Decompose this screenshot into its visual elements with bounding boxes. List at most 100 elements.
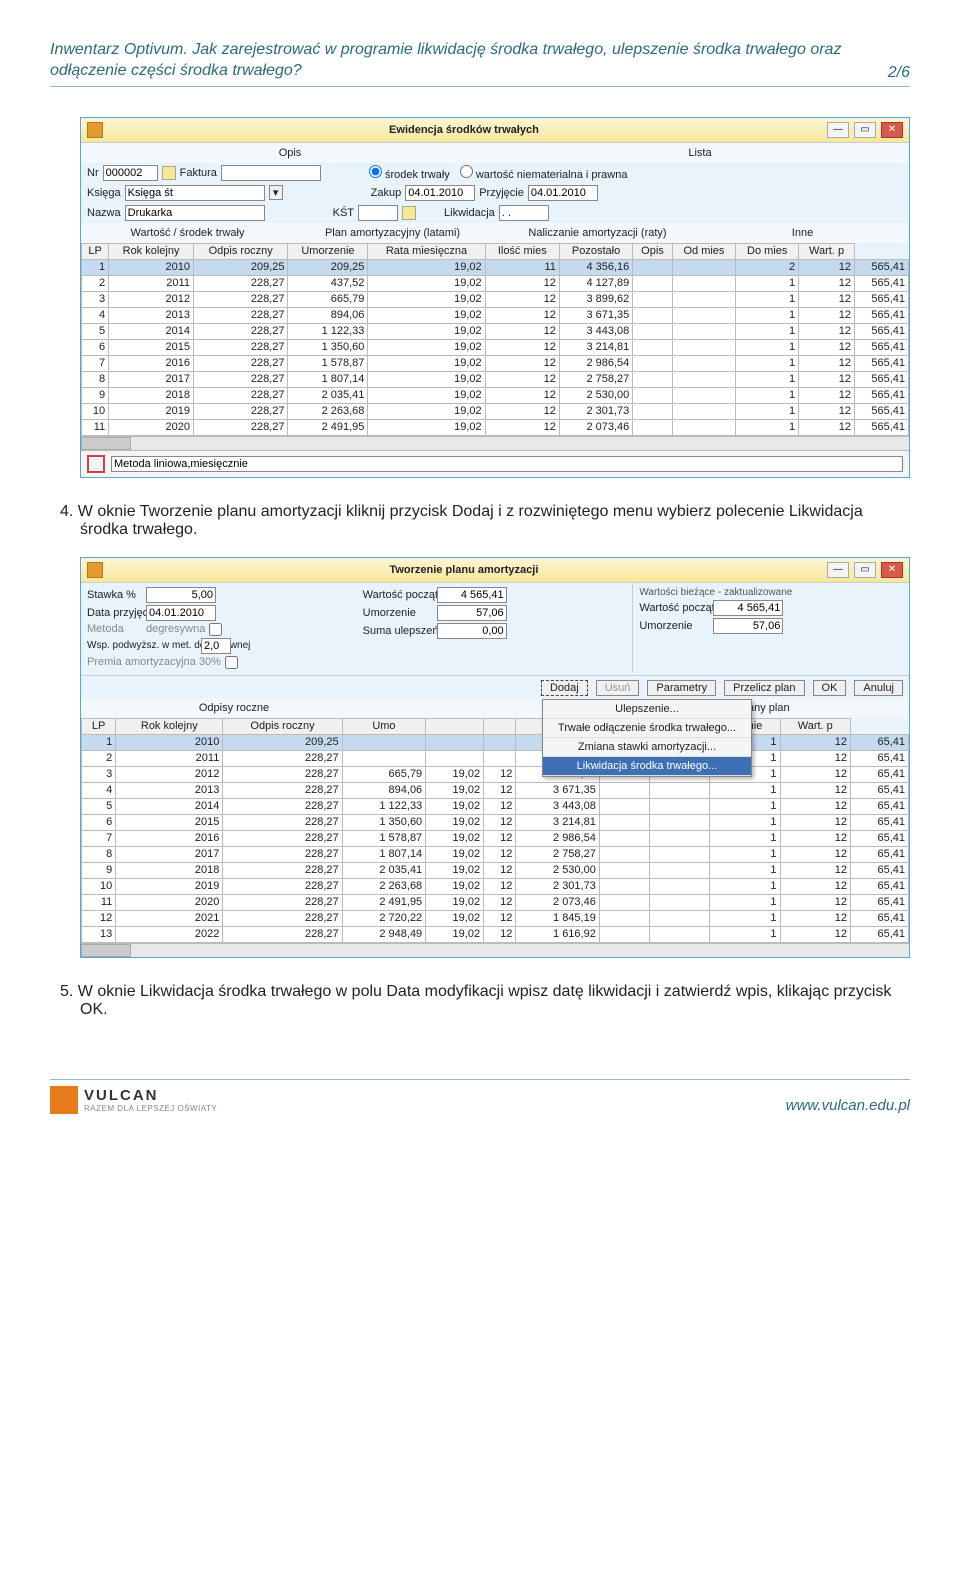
subtab-odpisy[interactable]: Odpisy roczne	[87, 700, 381, 716]
method-icon[interactable]	[87, 455, 105, 473]
top-tabs: Opis Lista	[81, 143, 909, 163]
maximize-button[interactable]: ▭	[854, 122, 876, 138]
przelicz-button[interactable]: Przelicz plan	[724, 680, 804, 696]
right-umorz-field[interactable]	[713, 618, 783, 634]
kst-field[interactable]	[358, 205, 398, 221]
subtab-wartosc[interactable]: Wartość / środek trwały	[87, 225, 288, 241]
likw-label: Likwidacja	[444, 207, 495, 219]
paragraph-5: 5. W oknie Likwidacja środka trwałego w …	[80, 983, 910, 1019]
nazwa-field[interactable]	[125, 205, 265, 221]
right-wartosc-field[interactable]	[713, 600, 783, 616]
subtab-plan[interactable]: Plan amortyzacyjny (latami)	[292, 225, 493, 241]
screenshot-tworzenie: Tworzenie planu amortyzacji — ▭ ✕ Stawka…	[80, 557, 910, 958]
table-row[interactable]: 32012228,27665,7919,02123 899,6211265,41	[82, 766, 909, 782]
right-wartosc-label: Wartość początkowa	[639, 602, 709, 614]
logo-mark	[50, 1086, 78, 1114]
minimize-button-2[interactable]: —	[827, 562, 849, 578]
table-row[interactable]: 22011228,27437,5219,02124 127,89112565,4…	[82, 275, 909, 291]
suma-field[interactable]	[437, 623, 507, 639]
suma-label: Suma ulepszeń	[363, 625, 433, 637]
table-row[interactable]: 102019228,272 263,6819,02122 301,7311256…	[82, 403, 909, 419]
page-number: 2/6	[888, 64, 910, 82]
umorz-field[interactable]	[437, 605, 507, 621]
faktura-field[interactable]	[221, 165, 321, 181]
likw-field[interactable]	[499, 205, 549, 221]
page-footer: VULCAN RAZEM DLA LEPSZEJ OŚWIATY www.vul…	[50, 1079, 910, 1114]
metoda-label: Metoda	[87, 623, 142, 635]
data-field[interactable]	[146, 605, 216, 621]
nazwa-label: Nazwa	[87, 207, 121, 219]
premia-label: Premia amortyzacyjna 30%	[87, 656, 221, 668]
table-row[interactable]: 72016228,271 578,8719,02122 986,5411265,…	[82, 830, 909, 846]
menu-zmiana[interactable]: Zmiana stawki amortyzacji...	[543, 738, 751, 757]
data-label: Data przyjęcia	[87, 607, 142, 619]
table-row[interactable]: 32012228,27665,7919,02123 899,62112565,4…	[82, 291, 909, 307]
menu-ulepszenie[interactable]: Ulepszenie...	[543, 700, 751, 719]
anuluj-button[interactable]: Anuluj	[854, 680, 903, 696]
table-row[interactable]: 112020228,272 491,9519,02122 073,4611256…	[82, 419, 909, 435]
table-row[interactable]: 102019228,272 263,6819,02122 301,7311265…	[82, 878, 909, 894]
wartosc-field[interactable]	[437, 587, 507, 603]
table-row[interactable]: 122021228,272 720,2219,02121 845,1911265…	[82, 910, 909, 926]
table-row[interactable]: 112020228,272 491,9519,02122 073,4611265…	[82, 894, 909, 910]
refresh-icon[interactable]	[162, 166, 176, 180]
stawka-label: Stawka %	[87, 589, 142, 601]
app-icon	[87, 122, 103, 138]
wsp-field[interactable]	[201, 638, 231, 654]
table-row[interactable]: 42013228,27894,0619,02123 671,35112565,4…	[82, 307, 909, 323]
amort-table-2[interactable]: LPRok kolejnyOdpis rocznyUmoOpisOd miDo …	[81, 718, 909, 943]
table-row[interactable]: 12010209,2511265,41	[82, 734, 909, 750]
faktura-label: Faktura	[180, 167, 217, 179]
row-nr: Nr Faktura środek trwały wartość niemate…	[81, 163, 909, 183]
stawka-field[interactable]	[146, 587, 216, 603]
close-button-2[interactable]: ✕	[881, 562, 903, 578]
table-row[interactable]: 42013228,27894,0619,02123 671,3511265,41	[82, 782, 909, 798]
table-row[interactable]: 82017228,271 807,1419,02122 758,27112565…	[82, 371, 909, 387]
subtab-inne[interactable]: Inne	[702, 225, 903, 241]
table-row[interactable]: 12010209,25209,2519,02114 356,16212565,4…	[82, 259, 909, 275]
footer-url: www.vulcan.edu.pl	[786, 1097, 910, 1114]
logo-name: VULCAN	[84, 1087, 217, 1104]
parametry-button[interactable]: Parametry	[647, 680, 716, 696]
table-row[interactable]: 72016228,271 578,8719,02122 986,54112565…	[82, 355, 909, 371]
ksiega-field[interactable]	[125, 185, 265, 201]
nr-field[interactable]	[103, 165, 158, 181]
dodaj-button[interactable]: Dodaj Ulepszenie... Trwałe odłączenie śr…	[541, 680, 588, 696]
table-row[interactable]: 62015228,271 350,6019,02123 214,81112565…	[82, 339, 909, 355]
ksiega-dropdown-icon[interactable]: ▾	[269, 185, 283, 200]
nr-label: Nr	[87, 167, 99, 179]
table-row[interactable]: 52014228,271 122,3319,02123 443,0811265,…	[82, 798, 909, 814]
radio-srodek[interactable]: środek trwały	[369, 165, 450, 181]
subtab-naliczanie[interactable]: Naliczanie amortyzacji (raty)	[497, 225, 698, 241]
top-params: Stawka % Data przyjęcia Metodadegresywna…	[81, 583, 909, 673]
tab-lista[interactable]: Lista	[497, 145, 903, 161]
usun-button[interactable]: Usuń	[596, 680, 640, 696]
table-row[interactable]: 132022228,272 948,4919,02121 616,9211265…	[82, 926, 909, 942]
maximize-button-2[interactable]: ▭	[854, 562, 876, 578]
table-row[interactable]: 52014228,271 122,3319,02123 443,08112565…	[82, 323, 909, 339]
umorz-label: Umorzenie	[363, 607, 433, 619]
premia-check[interactable]	[225, 656, 238, 669]
method-field[interactable]	[111, 456, 903, 472]
radio-wartosc[interactable]: wartość niematerialna i prawna	[460, 165, 628, 181]
table-row[interactable]: 82017228,271 807,1419,02122 758,2711265,…	[82, 846, 909, 862]
logo-sub: RAZEM DLA LEPSZEJ OŚWIATY	[84, 1104, 217, 1113]
table-row[interactable]: 92018228,272 035,4119,02122 530,00112565…	[82, 387, 909, 403]
przyjecie-field[interactable]	[528, 185, 598, 201]
table-row[interactable]: 92018228,272 035,4119,02122 530,0011265,…	[82, 862, 909, 878]
close-button[interactable]: ✕	[881, 122, 903, 138]
amort-table-1[interactable]: LPRok kolejnyOdpis rocznyUmorzenieRata m…	[81, 243, 909, 436]
kst-icon[interactable]	[402, 206, 416, 220]
minimize-button[interactable]: —	[827, 122, 849, 138]
menu-likwidacja[interactable]: Likwidacja środka trwałego...	[543, 757, 751, 776]
metoda-check[interactable]	[209, 623, 222, 636]
tab-opis[interactable]: Opis	[87, 145, 493, 161]
h-scrollbar-2[interactable]	[81, 943, 909, 957]
ok-button[interactable]: OK	[813, 680, 847, 696]
h-scrollbar[interactable]	[81, 436, 909, 450]
zakup-field[interactable]	[405, 185, 475, 201]
menu-trwale[interactable]: Trwałe odłączenie środka trwałego...	[543, 719, 751, 738]
zakup-label: Zakup	[371, 187, 402, 199]
table-row[interactable]: 62015228,271 350,6019,02123 214,8111265,…	[82, 814, 909, 830]
table-row[interactable]: 22011228,2711265,41	[82, 750, 909, 766]
